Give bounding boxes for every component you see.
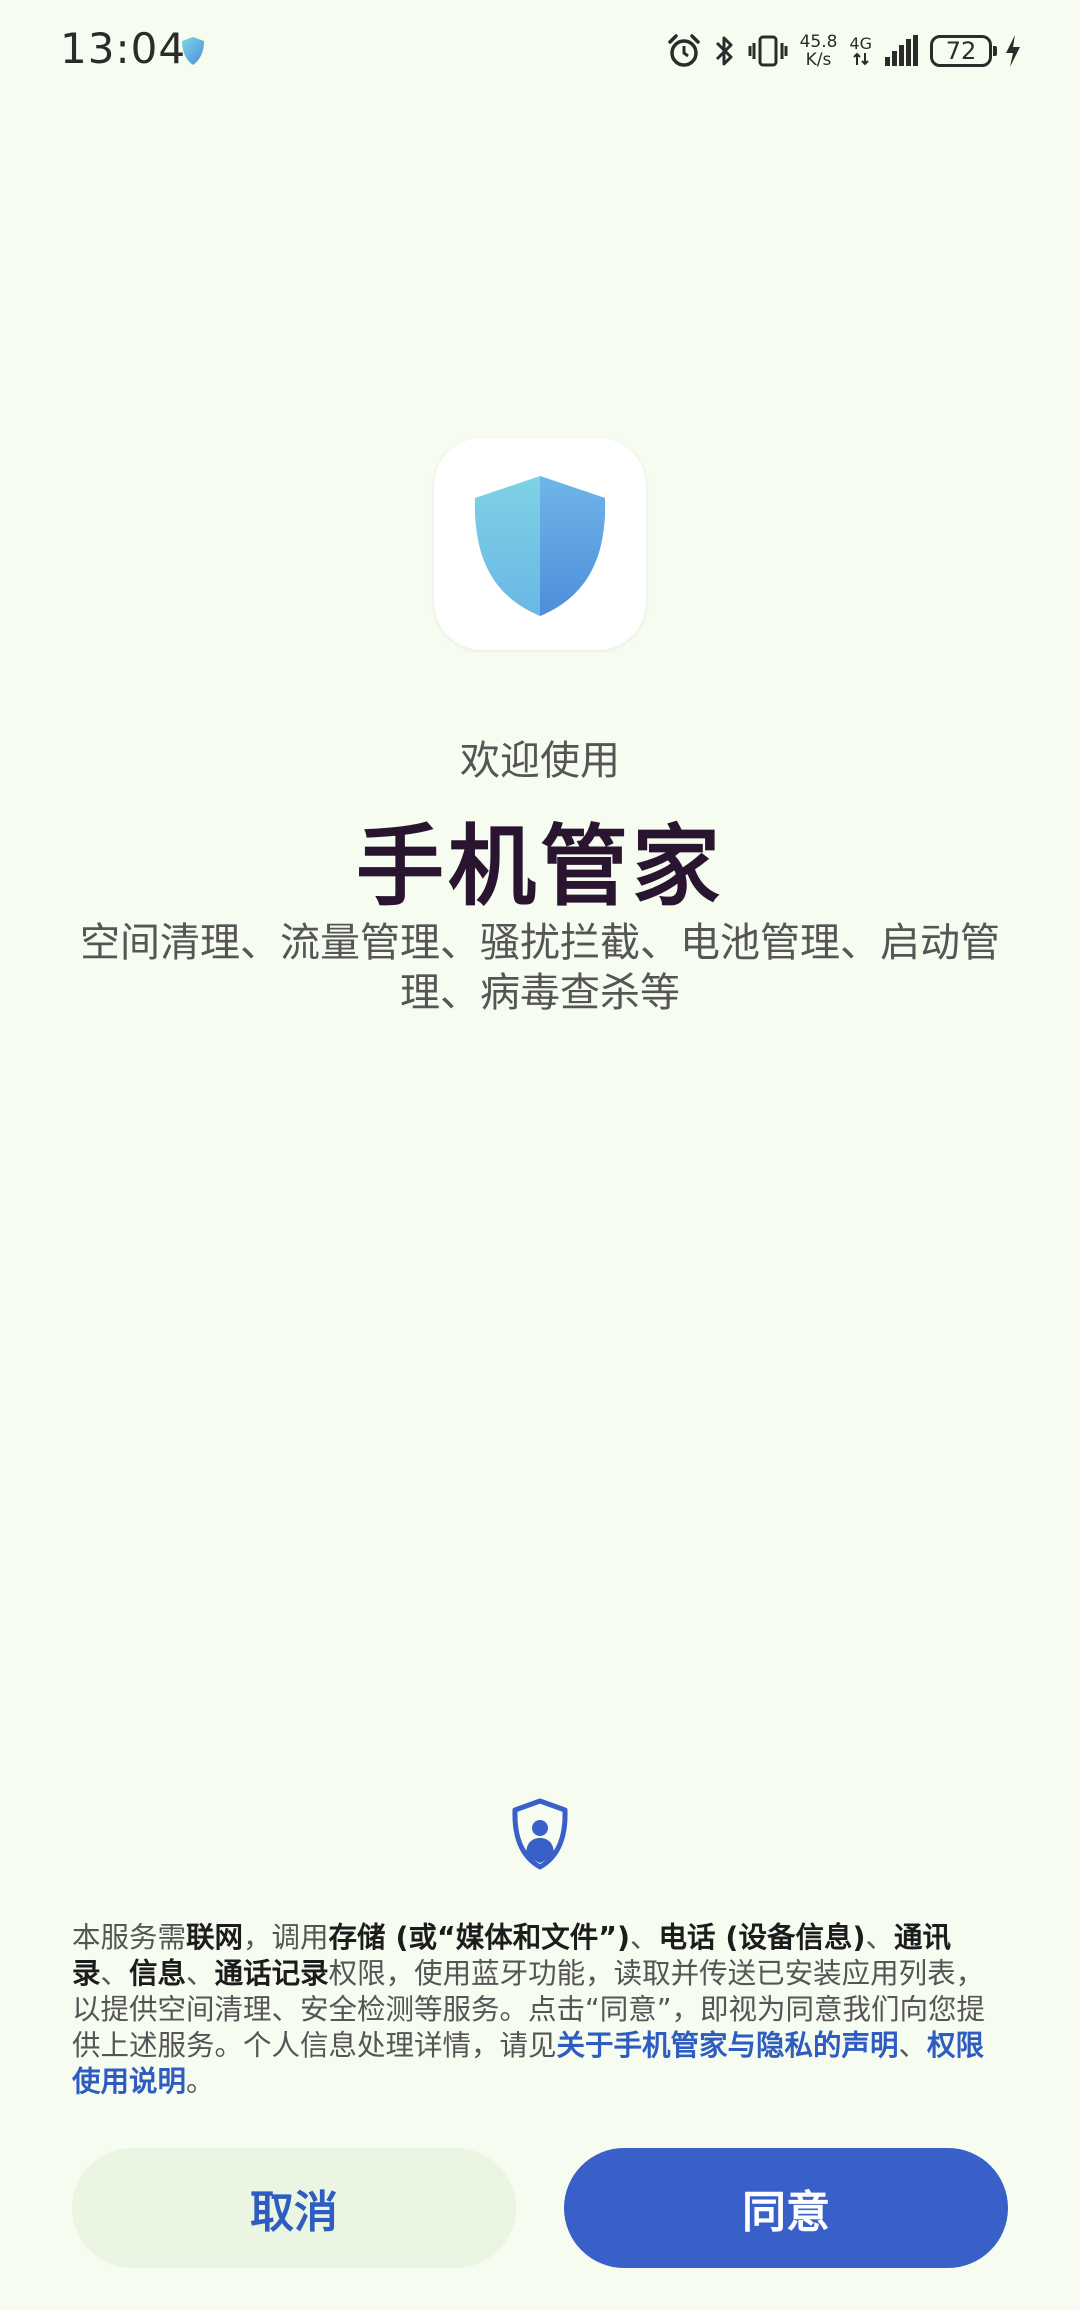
shield-icon [474, 476, 606, 616]
charging-icon [1006, 35, 1020, 67]
app-logo [434, 438, 646, 650]
permission-storage: 存储 (或“媒体和文件”) [328, 1921, 630, 1954]
alarm-icon [667, 34, 700, 67]
privacy-statement-link[interactable]: 关于手机管家与隐私的声明 [557, 2029, 899, 2062]
cancel-button[interactable]: 取消 [72, 2148, 516, 2268]
app-title: 手机管家 [355, 815, 724, 918]
permission-sms: 信息 [129, 1957, 187, 1990]
net-speed-value: 45.8 [799, 32, 838, 52]
privacy-text-8: 、 [898, 2029, 928, 2062]
privacy-text-5: 、 [100, 1957, 130, 1990]
permission-phone: 电话 (设备信息) [658, 1921, 866, 1954]
status-time: 13:04 [60, 24, 187, 73]
agree-button[interactable]: 同意 [564, 2148, 1008, 2268]
privacy-user-shield-icon [512, 1798, 568, 1870]
battery-icon: 72 [930, 35, 997, 67]
privacy-text-9: 。 [186, 2065, 215, 2098]
vibrate-icon [748, 35, 788, 67]
privacy-text-6: 、 [186, 1957, 215, 1990]
shield-icon [182, 37, 204, 65]
net-speed: 45.8 K/s [800, 33, 838, 69]
privacy-text-1: 本服务需 [72, 1921, 187, 1954]
permission-network: 联网 [186, 1921, 244, 1954]
privacy-text-3: 、 [629, 1921, 659, 1954]
privacy-text-2: ，调用 [243, 1921, 329, 1954]
network-type-label: 4G [849, 34, 872, 53]
bluetooth-icon [715, 36, 733, 66]
status-icons: 45.8 K/s 4G 72 [666, 26, 1022, 76]
feature-list: 空间清理、流量管理、骚扰拦截、电池管理、启动管理、病毒查杀等 [80, 920, 1000, 1016]
data-arrows-icon [852, 52, 869, 66]
signal-icon [885, 35, 918, 66]
welcome-subtitle: 欢迎使用 [460, 738, 620, 784]
privacy-text-4: 、 [865, 1921, 894, 1954]
net-speed-unit: K/s [805, 50, 832, 70]
network-type: 4G [849, 36, 872, 66]
privacy-notice: 本服务需联网，调用存储 (或“媒体和文件”)、电话 (设备信息)、通讯录、信息、… [72, 1920, 1008, 2100]
status-bar: 13:04 45.8 K/s 4G 72 [0, 0, 1080, 100]
permission-call-log: 通话记录 [214, 1957, 329, 1990]
